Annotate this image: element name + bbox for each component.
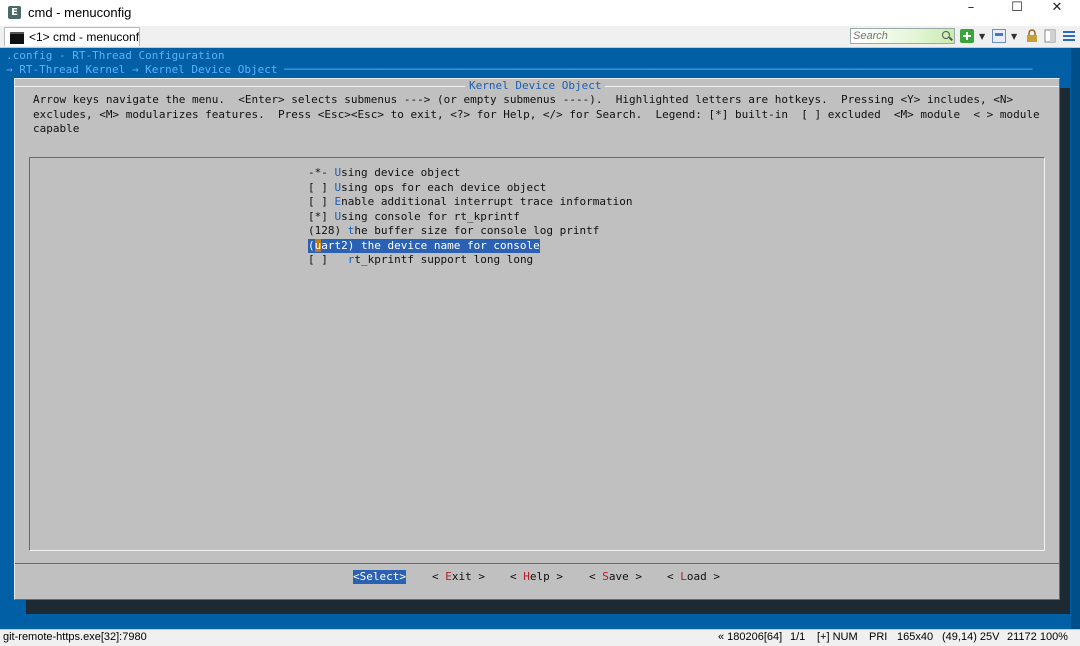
- menu-item-prefix: -*-: [308, 166, 335, 179]
- dialog-title: Kernel Device Object: [465, 79, 606, 92]
- button-hotkey: H: [523, 570, 530, 583]
- button-hotkey: L: [680, 570, 687, 583]
- status-priority[interactable]: PRI: [869, 630, 887, 645]
- menu-item-prefix: [ ]: [308, 195, 335, 208]
- lock-icon[interactable]: [1025, 29, 1039, 43]
- button-label: elp >: [529, 570, 563, 583]
- menu-item-label: nable additional interrupt trace informa…: [341, 195, 633, 208]
- breadcrumb: → RT-Thread Kernel → Kernel Device Objec…: [6, 63, 1033, 76]
- tab-label: <1> cmd - menuconf: [29, 30, 140, 44]
- status-build[interactable]: « 180206[64]: [718, 630, 782, 645]
- menu-item-long-long[interactable]: [ ] rt_kprintf support long long: [308, 253, 533, 267]
- menu-item-label: sing device object: [341, 166, 461, 179]
- button-hotkey: E: [445, 570, 452, 583]
- layout-icon[interactable]: [992, 29, 1006, 43]
- menu-item-label: sing ops for each device object: [341, 180, 547, 194]
- status-size[interactable]: 165x40: [897, 630, 933, 645]
- minimize-button[interactable]: –: [948, 0, 994, 26]
- help-button[interactable]: < Help >: [510, 570, 563, 584]
- menu-item-using-device-object[interactable]: -*- Using device object: [308, 166, 460, 180]
- document-icon[interactable]: [1043, 29, 1057, 43]
- status-pages[interactable]: 1/1: [790, 630, 805, 645]
- button-bracket: <: [589, 570, 603, 583]
- new-console-dropdown-icon[interactable]: ▼: [979, 32, 985, 41]
- layout-dropdown-icon[interactable]: ▼: [1011, 32, 1017, 41]
- config-header: .config - RT-Thread Configuration: [6, 49, 225, 62]
- menu-item-prefix: [*]: [308, 209, 335, 223]
- status-process[interactable]: git-remote-https.exe[32]:7980: [3, 630, 147, 645]
- menu-dialog: Kernel Device Object Arrow keys navigate…: [14, 78, 1060, 600]
- menu-icon[interactable]: [1062, 29, 1076, 43]
- menu-list: -*- Using device object [ ] Using ops fo…: [29, 157, 1045, 551]
- button-bracket: <: [432, 570, 446, 583]
- menu-item-label: t_kprintf support long long: [354, 253, 534, 266]
- status-cursor-pos[interactable]: (49,14) 25V: [942, 630, 999, 645]
- terminal-icon: [10, 32, 24, 44]
- exit-button[interactable]: < Exit >: [432, 570, 485, 584]
- menu-item-console-device-name[interactable]: (uart2) the device name for console: [308, 238, 540, 253]
- menu-item-prefix: [ ]: [308, 253, 348, 266]
- button-bracket: <: [510, 570, 524, 583]
- select-button[interactable]: <Select>: [353, 570, 406, 584]
- search-input[interactable]: [853, 29, 937, 43]
- menu-item-label: he buffer size for console log printf: [354, 224, 600, 237]
- menu-item-using-console[interactable]: [*] Using console for rt_kprintf: [308, 210, 520, 224]
- button-label: oad >: [686, 570, 720, 583]
- save-button[interactable]: < Save >: [589, 570, 642, 584]
- status-bar: git-remote-https.exe[32]:7980 « 180206[6…: [0, 629, 1080, 646]
- menu-item-interrupt-trace[interactable]: [ ] Enable additional interrupt trace in…: [308, 195, 633, 209]
- window-title: cmd - menuconfig: [28, 5, 132, 20]
- load-button[interactable]: < Load >: [667, 570, 720, 584]
- button-label: ave >: [608, 570, 642, 583]
- button-bracket: <: [667, 570, 681, 583]
- window-titlebar[interactable]: E cmd - menuconfig – ☐ ✕: [0, 0, 1080, 27]
- search-box[interactable]: [850, 28, 955, 44]
- status-flags[interactable]: [+] NUM: [817, 630, 858, 645]
- button-hotkey: S: [602, 570, 609, 583]
- help-text: Arrow keys navigate the menu. <Enter> se…: [33, 93, 1040, 136]
- menu-item-label: art2) the device name for console: [321, 238, 540, 252]
- menu-item-prefix: [ ]: [308, 180, 335, 194]
- dialog-shadow-bottom: [26, 600, 1070, 614]
- button-label: elect>: [366, 570, 406, 583]
- button-separator: [15, 563, 1059, 564]
- new-console-icon[interactable]: [960, 29, 974, 43]
- button-bracket: <: [353, 570, 360, 583]
- tab-bar: <1> cmd - menuconf ▼ ▼: [0, 26, 1080, 48]
- menu-item-prefix: (: [308, 238, 315, 252]
- menu-item-label: sing console for rt_kprintf: [341, 209, 520, 223]
- close-button[interactable]: ✕: [1034, 0, 1080, 26]
- console-area[interactable]: .config - RT-Thread Configuration → RT-T…: [0, 48, 1080, 629]
- menu-item-console-buffer-size[interactable]: (128) the buffer size for console log pr…: [308, 224, 599, 238]
- app-icon: E: [8, 6, 21, 19]
- button-label: xit >: [451, 570, 485, 583]
- tab-console-1[interactable]: <1> cmd - menuconf: [4, 27, 140, 46]
- console-scrollbar[interactable]: [1071, 48, 1080, 629]
- dialog-shadow-right: [1060, 88, 1070, 614]
- status-pid-zoom[interactable]: 21172 100%: [1007, 630, 1068, 645]
- menu-item-prefix: (128): [308, 224, 348, 237]
- menu-item-using-ops[interactable]: [ ] Using ops for each device object: [308, 181, 546, 195]
- search-icon[interactable]: [942, 31, 950, 39]
